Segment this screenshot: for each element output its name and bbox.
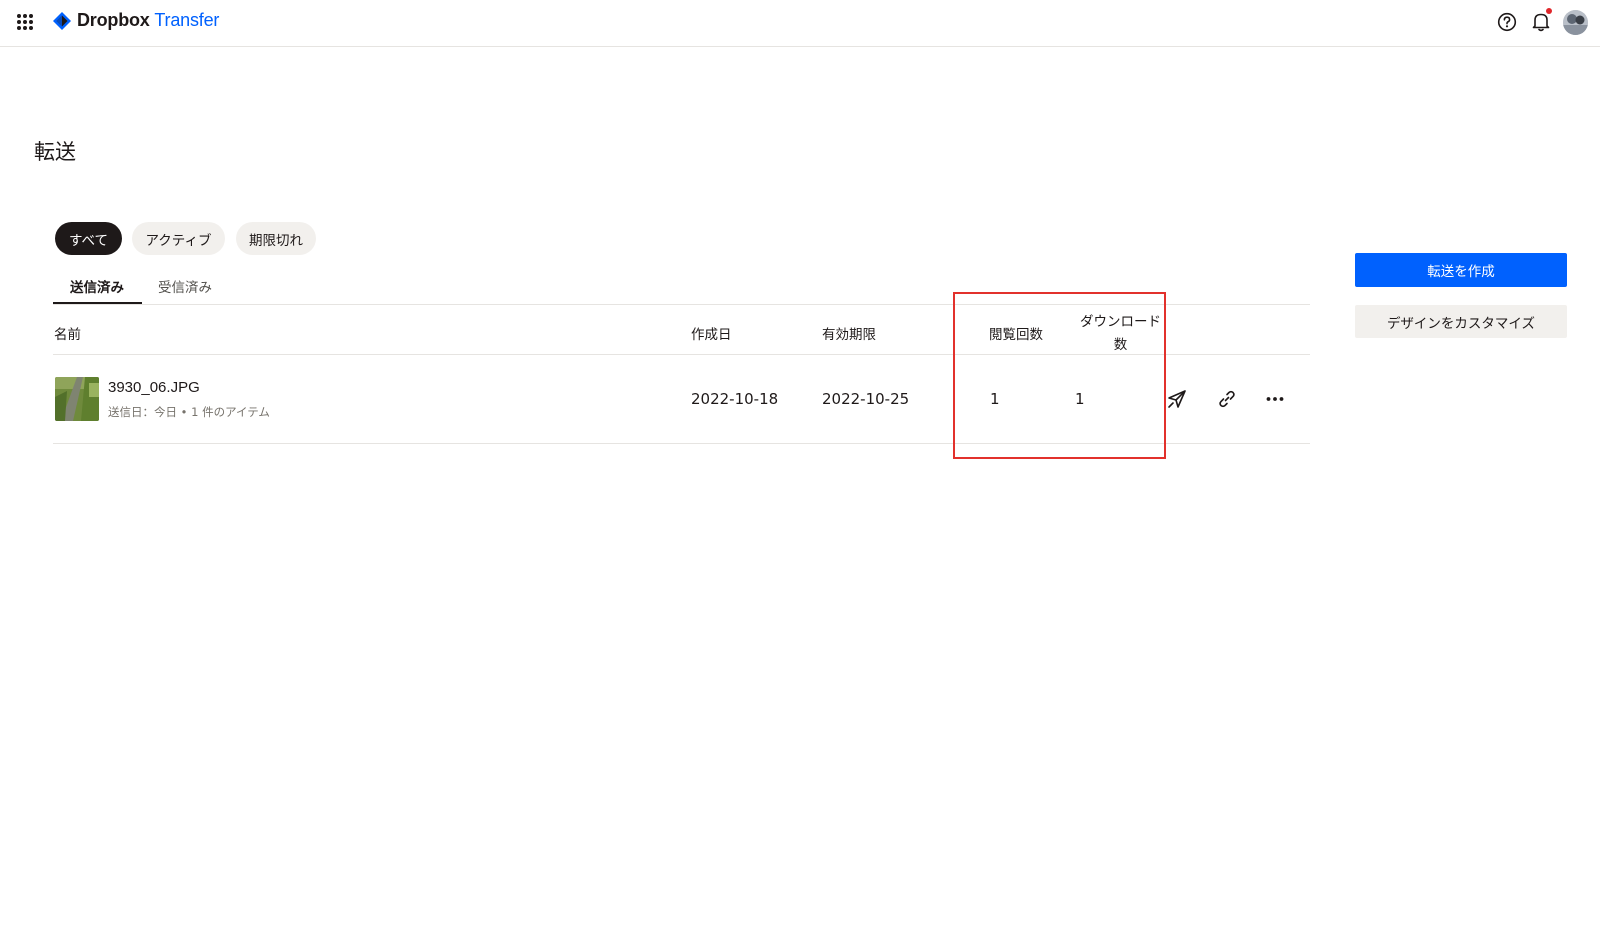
- help-icon[interactable]: [1497, 12, 1517, 32]
- brand-name: Dropbox: [77, 10, 150, 30]
- avatar[interactable]: [1563, 10, 1588, 35]
- tab-sent[interactable]: 送信済み: [70, 276, 124, 296]
- customize-design-button[interactable]: デザインをカスタマイズ: [1355, 305, 1567, 338]
- bell-icon[interactable]: [1531, 11, 1551, 32]
- link-icon[interactable]: [1217, 389, 1237, 409]
- brand-title[interactable]: Dropbox Transfer: [77, 10, 219, 31]
- filter-chip-expired[interactable]: 期限切れ: [236, 222, 316, 255]
- column-header-created[interactable]: 作成日: [691, 323, 732, 343]
- tab-received[interactable]: 受信済み: [158, 276, 212, 296]
- file-thumbnail: [55, 377, 99, 421]
- file-name[interactable]: 3930_06.JPG: [108, 379, 200, 396]
- filter-chip-active[interactable]: アクティブ: [132, 222, 225, 255]
- dropbox-logo-icon[interactable]: [53, 12, 71, 30]
- highlight-box: [953, 292, 1166, 459]
- notification-dot: [1546, 8, 1552, 14]
- filter-chip-all[interactable]: すべて: [55, 222, 122, 255]
- column-header-name[interactable]: 名前: [54, 323, 81, 343]
- created-date: 2022-10-18: [691, 390, 779, 408]
- more-icon[interactable]: [1265, 389, 1285, 409]
- file-meta: 送信日：今日 • 1 件のアイテム: [108, 405, 270, 419]
- product-name: Transfer: [154, 10, 220, 30]
- send-icon[interactable]: [1167, 389, 1187, 409]
- top-bar: Dropbox Transfer: [0, 0, 1600, 47]
- expiry-date: 2022-10-25: [822, 390, 910, 408]
- apps-grid-icon[interactable]: [17, 14, 33, 30]
- create-transfer-button[interactable]: 転送を作成: [1355, 253, 1567, 287]
- column-header-expires[interactable]: 有効期限: [822, 323, 876, 343]
- page-title: 転送: [34, 140, 76, 164]
